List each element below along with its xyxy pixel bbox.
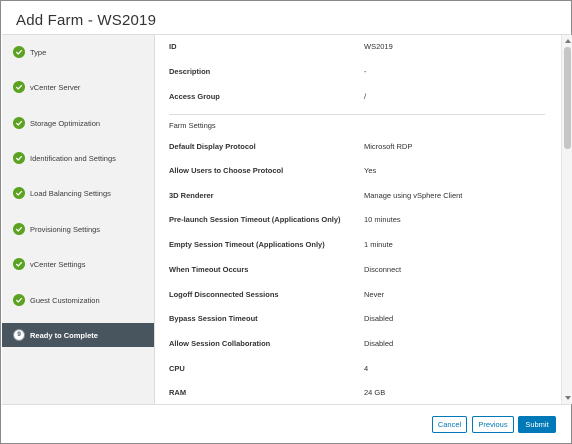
step-label: vCenter Server <box>30 82 81 92</box>
dialog-title: Add Farm - WS2019 <box>16 12 157 29</box>
section-divider <box>169 114 545 115</box>
summary-row: Access Group / <box>169 92 549 106</box>
cancel-button[interactable]: Cancel <box>432 416 467 433</box>
add-farm-dialog: Add Farm - WS2019 Type vCenter Server St… <box>0 0 572 444</box>
summary-value: 24 GB <box>364 388 386 397</box>
check-icon <box>13 187 25 199</box>
step-guest-customization[interactable]: Guest Customization <box>2 288 154 312</box>
step-label: Identification and Settings <box>30 153 116 163</box>
check-icon <box>13 152 25 164</box>
step-load-balancing-settings[interactable]: Load Balancing Settings <box>2 181 154 205</box>
summary-value: Never <box>364 290 385 299</box>
step-type[interactable]: Type <box>2 40 154 64</box>
summary-row: CPU 4 <box>169 364 549 378</box>
summary-key: CPU <box>169 364 185 373</box>
scroll-up-arrow-icon[interactable] <box>564 37 571 45</box>
previous-button[interactable]: Previous <box>472 416 514 433</box>
summary-key: Allow Users to Choose Protocol <box>169 166 284 175</box>
summary-value: Disabled <box>364 314 394 323</box>
summary-value: WS2019 <box>364 42 393 51</box>
step-vcenter-server[interactable]: vCenter Server <box>2 75 154 99</box>
step-vcenter-settings[interactable]: vCenter Settings <box>2 252 154 276</box>
step-label: Type <box>30 47 47 57</box>
summary-key: Bypass Session Timeout <box>169 314 258 323</box>
check-icon <box>13 46 25 58</box>
check-icon <box>13 223 25 235</box>
step-label: vCenter Settings <box>30 259 86 269</box>
wizard-steps-sidebar: Type vCenter Server Storage Optimization… <box>2 35 155 404</box>
summary-row: ID WS2019 <box>169 42 549 56</box>
scroll-down-arrow-icon[interactable] <box>564 394 571 402</box>
summary-row: Allow Users to Choose Protocol Yes <box>169 166 549 180</box>
summary-value: Disconnect <box>364 265 402 274</box>
summary-row: Logoff Disconnected Sessions Never <box>169 290 549 304</box>
scrollbar-thumb[interactable] <box>564 47 571 149</box>
summary-row: Bypass Session Timeout Disabled <box>169 314 549 328</box>
summary-key: Description <box>169 67 211 76</box>
check-icon <box>13 117 25 129</box>
summary-value: Microsoft RDP <box>364 142 413 151</box>
farm-settings-heading: Farm Settings <box>169 121 216 130</box>
step-label: Guest Customization <box>30 295 100 305</box>
summary-value: 10 minutes <box>364 215 401 224</box>
step-label: Provisioning Settings <box>30 224 101 234</box>
summary-key: Empty Session Timeout (Applications Only… <box>169 240 325 249</box>
summary-key: Access Group <box>169 92 220 101</box>
step-label: Storage Optimization <box>30 118 101 128</box>
summary-row: When Timeout Occurs Disconnect <box>169 265 549 279</box>
summary-value: Manage using vSphere Client <box>364 191 463 200</box>
summary-row: Description - <box>169 67 549 81</box>
check-icon <box>13 81 25 93</box>
step-number-badge: 9 <box>13 329 25 341</box>
check-icon <box>13 258 25 270</box>
step-label: Load Balancing Settings <box>30 188 111 198</box>
step-number: 9 <box>17 330 21 338</box>
summary-key: RAM <box>169 388 187 397</box>
summary-row: Pre-launch Session Timeout (Applications… <box>169 215 549 229</box>
summary-key: Pre-launch Session Timeout (Applications… <box>169 215 341 224</box>
step-ready-to-complete[interactable]: 9 Ready to Complete <box>2 323 154 347</box>
summary-value: 4 <box>364 364 369 373</box>
summary-row: Default Display Protocol Microsoft RDP <box>169 142 549 156</box>
step-provisioning-settings[interactable]: Provisioning Settings <box>2 217 154 241</box>
summary-key: When Timeout Occurs <box>169 265 249 274</box>
summary-scrollbar[interactable] <box>561 35 572 404</box>
summary-value: Yes <box>364 166 377 175</box>
step-label: Ready to Complete <box>30 330 98 340</box>
summary-value: 1 minute <box>364 240 393 249</box>
summary-value: - <box>364 67 367 76</box>
summary-row: Allow Session Collaboration Disabled <box>169 339 549 353</box>
summary-key: ID <box>169 42 177 51</box>
step-identification-and-settings[interactable]: Identification and Settings <box>2 146 154 170</box>
check-icon <box>13 294 25 306</box>
summary-panel: ID WS2019 Description - Access Group / F… <box>156 35 561 404</box>
summary-row: Empty Session Timeout (Applications Only… <box>169 240 549 254</box>
footer-divider <box>2 404 570 405</box>
summary-key: Allow Session Collaboration <box>169 339 271 348</box>
summary-row: 3D Renderer Manage using vSphere Client <box>169 191 549 205</box>
submit-button[interactable]: Submit <box>518 416 556 433</box>
step-storage-optimization[interactable]: Storage Optimization <box>2 111 154 135</box>
summary-key: Default Display Protocol <box>169 142 256 151</box>
summary-key: 3D Renderer <box>169 191 214 200</box>
summary-row: RAM 24 GB <box>169 388 549 402</box>
summary-value: / <box>364 92 367 101</box>
summary-value: Disabled <box>364 339 394 348</box>
summary-key: Logoff Disconnected Sessions <box>169 290 279 299</box>
